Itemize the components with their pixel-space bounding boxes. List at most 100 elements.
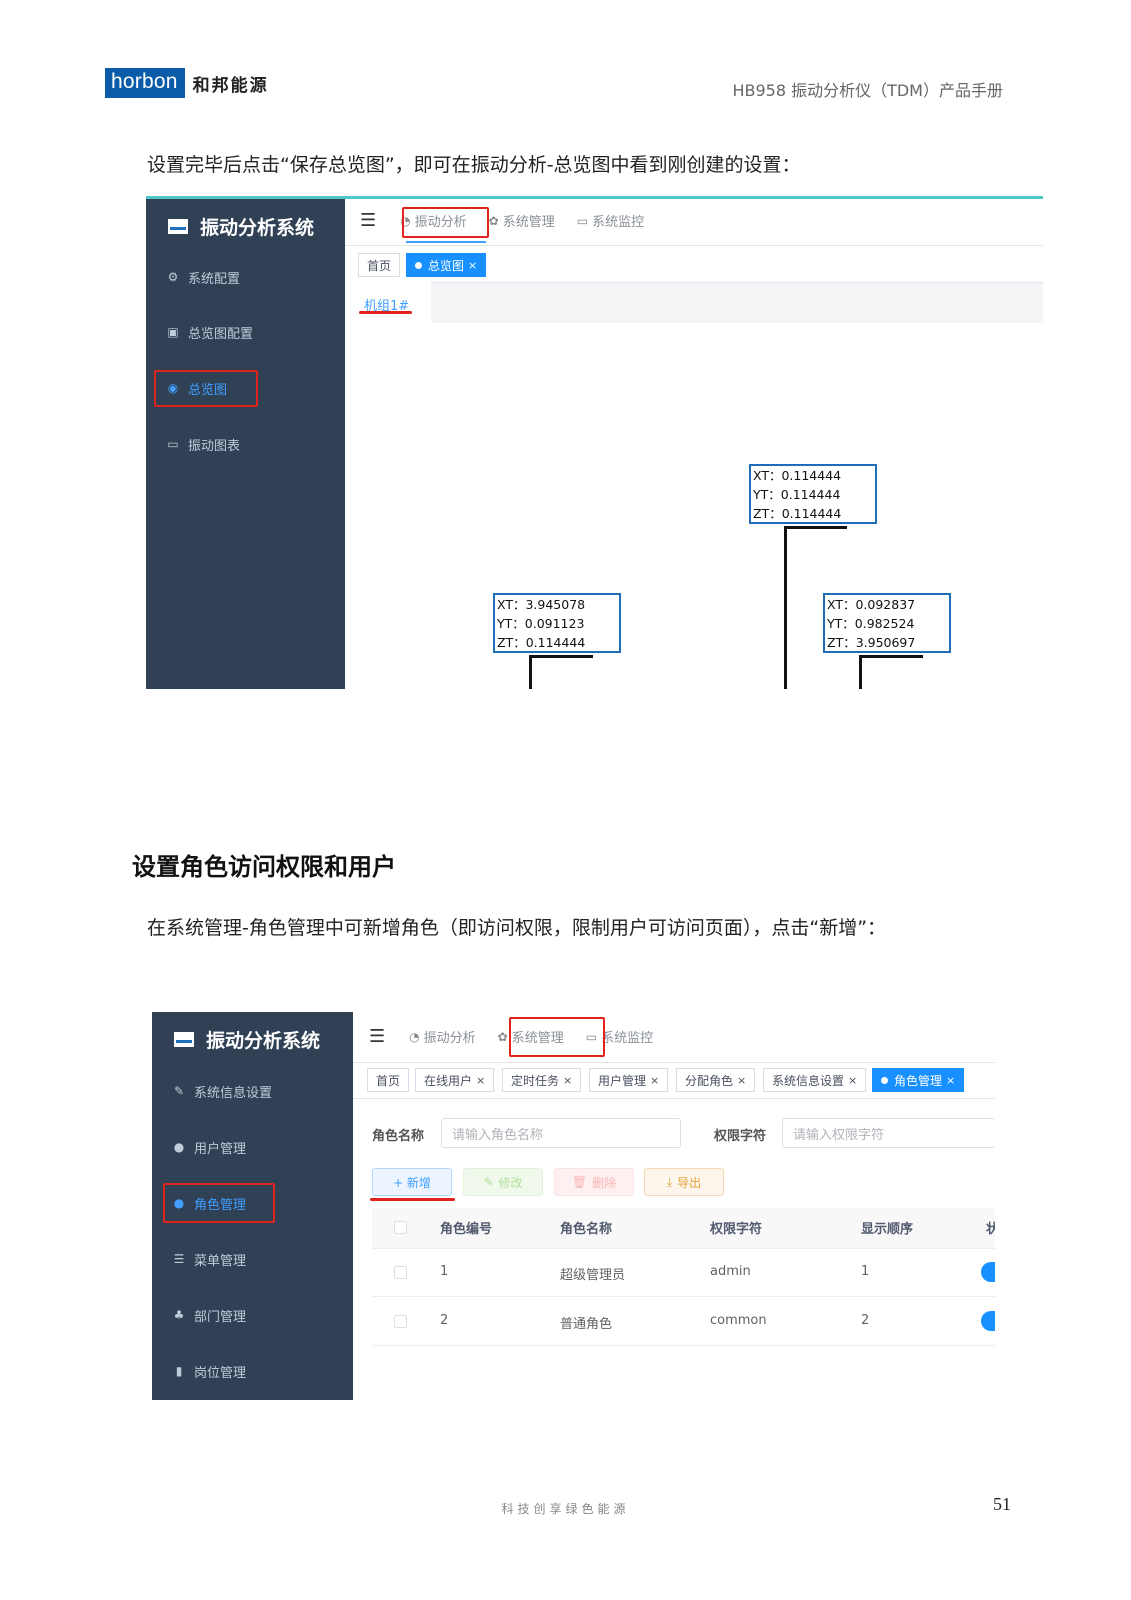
sidebar-item-menus[interactable]: ☰ 菜单管理 — [152, 1246, 353, 1272]
tag-scheduled-tasks[interactable]: 定时任务 × — [502, 1068, 582, 1092]
active-dot — [881, 1076, 888, 1084]
col-role-name: 角色名称 — [560, 1222, 613, 1237]
sidebar-item-users[interactable]: ● 用户管理 — [152, 1134, 353, 1160]
close-icon[interactable]: × — [737, 1074, 746, 1087]
close-icon[interactable]: × — [563, 1074, 572, 1087]
gear-icon: ✿ — [488, 213, 499, 228]
edit-icon: ✎ — [483, 1175, 494, 1189]
highlight-box — [509, 1017, 605, 1057]
export-button[interactable]: ⤓ 导出 — [644, 1168, 724, 1196]
sidebar-item-posts[interactable]: ▮ 岗位管理 — [152, 1358, 353, 1384]
divider — [353, 1098, 995, 1099]
divider — [372, 1248, 995, 1249]
sidebar-item-vibration-chart[interactable]: ▭ 振动图表 — [146, 431, 345, 457]
tag-home[interactable]: 首页 — [367, 1068, 410, 1092]
screenshot-roles: 振动分析系统 ✎ 系统信息设置 ● 用户管理 ● 角色管理 ☰ 菜单管理 ♣ 部… — [152, 1012, 995, 1400]
post-icon: ▮ — [175, 1364, 183, 1378]
tag-assign-role[interactable]: 分配角色 × — [676, 1068, 756, 1092]
sidebar-item-label: 菜单管理 — [194, 1253, 247, 1269]
node-yt: YT：0.114444 — [753, 487, 841, 502]
sidebar: 振动分析系统 ✎ 系统信息设置 ● 用户管理 ● 角色管理 ☰ 菜单管理 ♣ 部… — [152, 1012, 353, 1400]
edit-button-label: 修改 — [498, 1175, 523, 1190]
role-name-input[interactable]: 请输入角色名称 — [441, 1118, 681, 1148]
nav-vibration-analysis[interactable]: ◔ 振动分析 — [409, 1027, 476, 1047]
paragraph-1: 设置完毕后点击“保存总览图”，即可在振动分析-总览图中看到刚创建的设置： — [147, 154, 801, 176]
nav-system-monitor[interactable]: ▭ 系统监控 — [576, 211, 644, 231]
node-box-left[interactable]: XT：3.945078 YT：0.091123 ZT：0.114444 — [493, 593, 621, 653]
select-all-checkbox[interactable] — [394, 1221, 407, 1234]
node-box-right[interactable]: XT：0.092837 YT：0.982524 ZT：3.950697 — [823, 593, 951, 653]
config-icon: ⚙ — [167, 270, 179, 284]
menu-tree-icon: ☰ — [173, 1252, 185, 1266]
col-status: 状 — [986, 1222, 995, 1237]
close-icon[interactable]: × — [946, 1074, 955, 1087]
node-zt: ZT：0.114444 — [753, 506, 842, 521]
tab-group-active[interactable]: 机组1# — [351, 282, 431, 322]
tag-label: 定时任务 — [511, 1073, 560, 1088]
tag-label: 在线用户 — [424, 1073, 473, 1088]
node-box-top[interactable]: XT：0.114444 YT：0.114444 ZT：0.114444 — [749, 464, 877, 524]
tag-overview[interactable]: 总览图 × — [406, 253, 487, 277]
delete-button-label: 删除 — [592, 1175, 617, 1190]
sidebar: 振动分析系统 ⚙ 系统配置 ▣ 总览图配置 ◉ 总览图 ▭ 振动图表 — [146, 199, 345, 689]
hamburger-icon[interactable]: ☰ — [360, 210, 376, 231]
highlight-box — [154, 370, 258, 407]
page-number: 51 — [993, 1494, 1011, 1514]
company-logo: horbon 和邦能源 — [105, 68, 269, 98]
tab-strip — [431, 282, 1043, 323]
app-title: 振动分析系统 — [174, 1026, 320, 1053]
close-icon[interactable]: × — [650, 1074, 659, 1087]
gear-icon: ✿ — [497, 1029, 508, 1044]
edit-button[interactable]: ✎ 修改 — [463, 1168, 543, 1196]
tag-label: 角色管理 — [894, 1073, 943, 1088]
nav-label: 振动分析 — [423, 1031, 476, 1046]
cell-role-id: 1 — [440, 1264, 449, 1279]
sidebar-item-system-config[interactable]: ⚙ 系统配置 — [146, 264, 345, 290]
perm-char-input[interactable]: 请输入权限字符 — [782, 1118, 995, 1148]
status-toggle[interactable] — [981, 1311, 995, 1331]
connector-line — [859, 655, 862, 689]
vibration-icon: ◔ — [409, 1029, 420, 1044]
tag-user-management[interactable]: 用户管理 × — [589, 1068, 669, 1092]
tag-home[interactable]: 首页 — [358, 253, 401, 277]
sidebar-item-system-info[interactable]: ✎ 系统信息设置 — [152, 1078, 353, 1104]
highlight-underline — [370, 1198, 455, 1201]
close-icon[interactable]: × — [476, 1074, 485, 1087]
connector-line — [859, 655, 923, 658]
node-xt: XT：0.114444 — [753, 468, 842, 483]
add-button[interactable]: + 新增 — [372, 1168, 452, 1196]
tag-online-users[interactable]: 在线用户 × — [415, 1068, 495, 1092]
cell-role-name: 超级管理员 — [560, 1268, 626, 1283]
sidebar-item-departments[interactable]: ♣ 部门管理 — [152, 1302, 353, 1328]
tag-label: 用户管理 — [598, 1073, 647, 1088]
divider — [372, 1345, 995, 1346]
perm-char-placeholder: 请输入权限字符 — [793, 1127, 885, 1143]
status-toggle[interactable] — [981, 1262, 995, 1282]
cell-perm-char: common — [710, 1313, 767, 1328]
document-title: HB958 振动分析仪（TDM）产品手册 — [732, 81, 1003, 100]
divider — [353, 1062, 995, 1063]
row-checkbox[interactable] — [394, 1315, 407, 1328]
nav-system-management[interactable]: ✿ 系统管理 — [488, 211, 555, 231]
download-icon: ⤓ — [666, 1174, 673, 1189]
hamburger-icon[interactable]: ☰ — [369, 1026, 385, 1047]
close-icon[interactable]: × — [468, 259, 477, 272]
footer-motto: 科技创享绿色能源 — [501, 1502, 630, 1516]
close-icon[interactable]: × — [848, 1074, 857, 1087]
active-dot — [415, 261, 422, 269]
chart-config-icon: ▣ — [167, 325, 179, 339]
nav-active-underline — [406, 241, 486, 243]
sidebar-item-label: 总览图配置 — [188, 326, 254, 342]
divider — [372, 1296, 995, 1297]
logo-cn-text: 和邦能源 — [192, 75, 269, 96]
cell-perm-char: admin — [710, 1264, 751, 1279]
nav-label: 系统监控 — [601, 1031, 654, 1046]
tag-label: 系统信息设置 — [772, 1073, 845, 1088]
tag-role-management[interactable]: 角色管理 × — [872, 1068, 965, 1092]
sidebar-item-overview-config[interactable]: ▣ 总览图配置 — [146, 319, 345, 345]
row-checkbox[interactable] — [394, 1266, 407, 1279]
monitor-icon: ▭ — [576, 213, 589, 228]
delete-button[interactable]: 🗑 删除 — [554, 1168, 634, 1196]
export-button-label: 导出 — [677, 1175, 702, 1190]
tag-system-info[interactable]: 系统信息设置 × — [763, 1068, 867, 1092]
